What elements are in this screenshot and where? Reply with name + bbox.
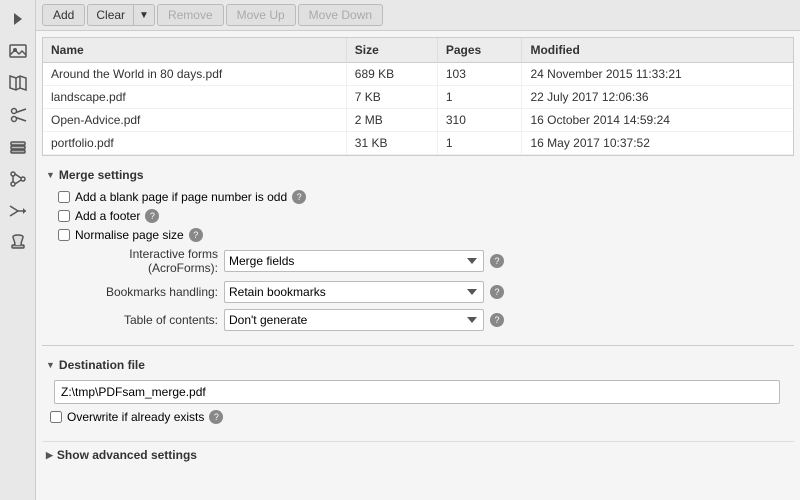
toc-label: Table of contents: xyxy=(58,313,218,327)
branch-icon[interactable] xyxy=(3,164,33,194)
layers-icon[interactable] xyxy=(3,132,33,162)
bookmarks-select[interactable]: Retain bookmarks Discard bookmarks Creat… xyxy=(224,281,484,303)
normalise-label: Normalise page size xyxy=(75,228,184,242)
destination-title: Destination file xyxy=(59,358,145,372)
merge-settings-body: Add a blank page if page number is odd ?… xyxy=(42,186,794,345)
table-cell-pages: 310 xyxy=(437,109,522,132)
overwrite-help-icon[interactable]: ? xyxy=(209,410,223,424)
map-icon[interactable] xyxy=(3,68,33,98)
blank-page-help-icon[interactable]: ? xyxy=(292,190,306,204)
stamp-icon[interactable] xyxy=(3,228,33,258)
overwrite-label: Overwrite if already exists xyxy=(67,410,204,424)
advanced-triangle: ▶ xyxy=(46,450,53,461)
table-row[interactable]: portfolio.pdf31 KB116 May 2017 10:37:52 xyxy=(43,132,793,155)
interactive-forms-select[interactable]: Merge fields Flatten Don't include xyxy=(224,250,484,272)
table-cell-name: portfolio.pdf xyxy=(43,132,346,155)
table-cell-modified: 22 July 2017 12:06:36 xyxy=(522,86,793,109)
footer-row: Add a footer ? xyxy=(58,209,786,223)
toc-row: Table of contents: Don't generate Genera… xyxy=(58,309,786,331)
table-cell-pages: 103 xyxy=(437,63,522,86)
destination-body: Overwrite if already exists ? xyxy=(42,376,794,437)
destination-file-input[interactable] xyxy=(54,380,780,404)
table-cell-name: Around the World in 80 days.pdf xyxy=(43,63,346,86)
toc-help-icon[interactable]: ? xyxy=(490,313,504,327)
add-button[interactable]: Add xyxy=(42,4,85,26)
table-cell-name: Open-Advice.pdf xyxy=(43,109,346,132)
merge-icon[interactable] xyxy=(3,196,33,226)
main-content: Add Clear ▼ Remove Move Up Move Down Nam… xyxy=(36,0,800,500)
table-cell-modified: 16 October 2014 14:59:24 xyxy=(522,109,793,132)
merge-settings-title: Merge settings xyxy=(59,168,144,182)
move-down-button[interactable]: Move Down xyxy=(298,4,383,26)
interactive-forms-row: Interactive forms (AcroForms): Merge fie… xyxy=(58,247,786,275)
footer-help-icon[interactable]: ? xyxy=(145,209,159,223)
normalise-row: Normalise page size ? xyxy=(58,228,786,242)
advanced-section: ▶ Show advanced settings xyxy=(42,441,794,468)
bookmarks-row: Bookmarks handling: Retain bookmarks Dis… xyxy=(58,281,786,303)
bookmarks-label: Bookmarks handling: xyxy=(58,285,218,299)
blank-page-row: Add a blank page if page number is odd ? xyxy=(58,190,786,204)
table-cell-pages: 1 xyxy=(437,132,522,155)
table-cell-modified: 16 May 2017 10:37:52 xyxy=(522,132,793,155)
toc-select[interactable]: Don't generate Generate xyxy=(224,309,484,331)
move-up-button[interactable]: Move Up xyxy=(226,4,296,26)
table-cell-pages: 1 xyxy=(437,86,522,109)
overwrite-checkbox[interactable] xyxy=(50,411,62,423)
table-cell-size: 689 KB xyxy=(346,63,437,86)
table-row[interactable]: Around the World in 80 days.pdf689 KB103… xyxy=(43,63,793,86)
normalise-help-icon[interactable]: ? xyxy=(189,228,203,242)
footer-label: Add a footer xyxy=(75,209,140,223)
advanced-title: Show advanced settings xyxy=(57,448,197,462)
footer-checkbox[interactable] xyxy=(58,210,70,222)
table-row[interactable]: landscape.pdf7 KB122 July 2017 12:06:36 xyxy=(43,86,793,109)
blank-page-label: Add a blank page if page number is odd xyxy=(75,190,287,204)
overwrite-row: Overwrite if already exists ? xyxy=(50,410,786,424)
interactive-forms-help-icon[interactable]: ? xyxy=(490,254,504,268)
merge-settings-triangle: ▼ xyxy=(46,170,55,180)
table-cell-size: 7 KB xyxy=(346,86,437,109)
clear-group: Clear ▼ xyxy=(87,4,155,26)
normalise-checkbox[interactable] xyxy=(58,229,70,241)
table-row[interactable]: Open-Advice.pdf2 MB31016 October 2014 14… xyxy=(43,109,793,132)
file-table: Name Size Pages Modified Around the Worl… xyxy=(43,38,793,155)
arrow-icon[interactable] xyxy=(3,4,33,34)
bookmarks-help-icon[interactable]: ? xyxy=(490,285,504,299)
remove-button[interactable]: Remove xyxy=(157,4,224,26)
col-header-size: Size xyxy=(346,38,437,63)
advanced-header[interactable]: ▶ Show advanced settings xyxy=(42,441,794,468)
toolbar: Add Clear ▼ Remove Move Up Move Down xyxy=(36,0,800,31)
clear-button[interactable]: Clear xyxy=(88,5,133,25)
file-table-container: Name Size Pages Modified Around the Worl… xyxy=(42,37,794,156)
table-cell-modified: 24 November 2015 11:33:21 xyxy=(522,63,793,86)
col-header-name: Name xyxy=(43,38,346,63)
scissors-icon[interactable] xyxy=(3,100,33,130)
destination-section: ▼ Destination file Overwrite if already … xyxy=(42,352,794,437)
destination-triangle: ▼ xyxy=(46,360,55,370)
image-icon[interactable] xyxy=(3,36,33,66)
divider-1 xyxy=(42,345,794,346)
interactive-forms-label: Interactive forms (AcroForms): xyxy=(58,247,218,275)
table-cell-size: 31 KB xyxy=(346,132,437,155)
merge-settings-section: ▼ Merge settings Add a blank page if pag… xyxy=(42,162,794,345)
sidebar xyxy=(0,0,36,500)
destination-header[interactable]: ▼ Destination file xyxy=(42,352,794,376)
col-header-modified: Modified xyxy=(522,38,793,63)
merge-settings-header[interactable]: ▼ Merge settings xyxy=(42,162,794,186)
table-cell-size: 2 MB xyxy=(346,109,437,132)
clear-dropdown-arrow[interactable]: ▼ xyxy=(133,5,154,25)
col-header-pages: Pages xyxy=(437,38,522,63)
table-cell-name: landscape.pdf xyxy=(43,86,346,109)
blank-page-checkbox[interactable] xyxy=(58,191,70,203)
